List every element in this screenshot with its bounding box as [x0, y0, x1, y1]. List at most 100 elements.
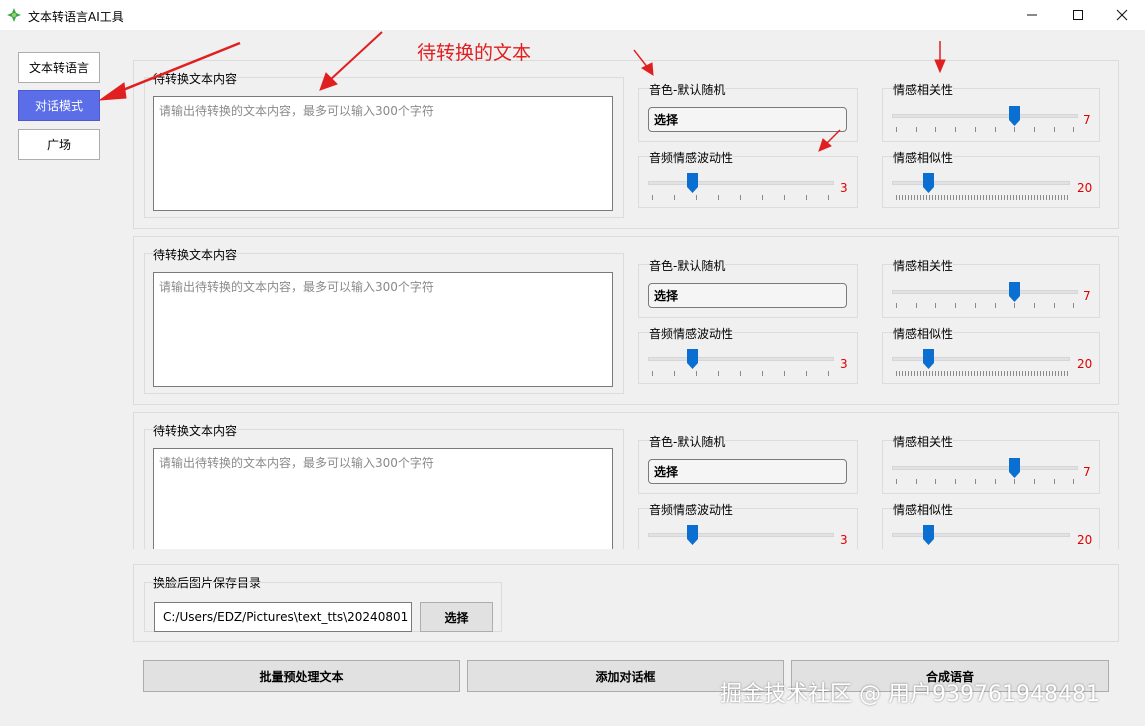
fluctuation-slider[interactable]: [648, 181, 834, 185]
fluctuation-ticks: [652, 371, 829, 377]
relevance-value: 7: [1083, 113, 1091, 127]
slider-tick: [718, 195, 719, 200]
slider-tick: [955, 479, 957, 484]
slider-tick: [965, 195, 966, 200]
similarity-slider[interactable]: [892, 181, 1070, 185]
slider-tick: [926, 195, 927, 200]
voice-label: 音色-默认随机: [649, 433, 726, 450]
slider-tick: [674, 195, 675, 200]
relevance-slider[interactable]: [892, 466, 1078, 470]
slider-tick: [828, 371, 829, 376]
slider-tick: [806, 195, 807, 200]
similarity-slider-thumb[interactable]: [923, 525, 934, 545]
fluctuation-slider[interactable]: [648, 533, 834, 537]
slider-tick: [917, 195, 918, 200]
slider-tick: [905, 371, 906, 376]
slider-tick: [915, 479, 917, 484]
voice-select-button[interactable]: 选择: [648, 459, 847, 484]
slider-tick: [1033, 127, 1035, 132]
slider-tick: [950, 371, 951, 376]
slider-tick: [1013, 371, 1014, 376]
relevance-slider-thumb[interactable]: [1009, 106, 1020, 126]
slider-tick: [968, 195, 969, 200]
slider-tick: [1007, 195, 1008, 200]
slider-tick: [784, 195, 785, 200]
similarity-value: 20: [1077, 181, 1093, 195]
close-button[interactable]: [1099, 0, 1145, 30]
slider-tick: [953, 195, 954, 200]
minimize-icon: [1027, 14, 1037, 16]
slider-tick: [1007, 371, 1008, 376]
fluctuation-value: 3: [840, 533, 848, 547]
fluctuation-slider[interactable]: [648, 357, 834, 361]
fluctuation-slider-thumb[interactable]: [687, 525, 698, 545]
slider-tick: [944, 195, 945, 200]
dialog-scroll-area[interactable]: 待转换文本内容 请输出待转换的文本内容，最多可以输入300个字符 音色-默认随机…: [133, 60, 1120, 549]
slider-tick: [902, 195, 903, 200]
slider-tick: [935, 195, 936, 200]
relevance-slider[interactable]: [892, 114, 1078, 118]
similarity-slider-thumb[interactable]: [923, 173, 934, 193]
slider-tick: [914, 195, 915, 200]
text-input[interactable]: 请输出待转换的文本内容，最多可以输入300个字符: [153, 272, 613, 387]
watermark: 掘金技术社区 @ 用户939761948481: [720, 682, 1100, 707]
slider-tick: [905, 195, 906, 200]
nav-text-to-speech[interactable]: 文本转语言: [18, 52, 100, 83]
slider-tick: [1010, 371, 1011, 376]
slider-tick: [1055, 371, 1056, 376]
slider-tick: [974, 303, 976, 308]
similarity-slider-thumb[interactable]: [923, 349, 934, 369]
similarity-slider[interactable]: [892, 357, 1070, 361]
slider-tick: [896, 303, 897, 308]
slider-tick: [1067, 195, 1068, 200]
slider-tick: [994, 127, 996, 132]
voice-select-button[interactable]: 选择: [648, 283, 847, 308]
slider-tick: [989, 371, 990, 376]
relevance-slider-thumb[interactable]: [1009, 282, 1020, 302]
relevance-slider[interactable]: [892, 290, 1078, 294]
slider-tick: [1073, 479, 1075, 484]
slider-tick: [917, 371, 918, 376]
slider-tick: [896, 479, 897, 484]
similarity-group: 情感相似性: [882, 501, 1100, 549]
slider-tick: [1004, 195, 1005, 200]
voice-select-button[interactable]: 选择: [648, 107, 847, 132]
batch-preprocess-button[interactable]: 批量预处理文本: [143, 660, 460, 692]
slider-tick: [1040, 195, 1041, 200]
text-input[interactable]: 请输出待转换的文本内容，最多可以输入300个字符: [153, 96, 613, 211]
fluctuation-ticks: [652, 195, 829, 201]
relevance-slider-thumb[interactable]: [1009, 458, 1020, 478]
minimize-button[interactable]: [1009, 0, 1055, 30]
slider-tick: [1019, 371, 1020, 376]
fluctuation-slider-thumb[interactable]: [687, 349, 698, 369]
slider-tick: [1025, 195, 1026, 200]
slider-tick: [956, 195, 957, 200]
close-icon: [1116, 9, 1128, 21]
slider-tick: [992, 371, 993, 376]
nav-dialog-mode[interactable]: 对话模式: [18, 90, 100, 121]
text-input[interactable]: 请输出待转换的文本内容，最多可以输入300个字符: [153, 448, 613, 549]
slider-tick: [998, 371, 999, 376]
nav-plaza[interactable]: 广场: [18, 129, 100, 160]
slider-tick: [995, 195, 996, 200]
slider-tick: [962, 371, 963, 376]
slider-tick: [914, 371, 915, 376]
slider-tick: [935, 479, 937, 484]
slider-tick: [1052, 371, 1053, 376]
slider-tick: [896, 127, 897, 132]
slider-tick: [762, 371, 763, 376]
save-dir-select-button[interactable]: 选择: [420, 602, 493, 632]
slider-tick: [983, 371, 984, 376]
slider-tick: [920, 371, 921, 376]
maximize-button[interactable]: [1055, 0, 1101, 30]
slider-tick: [1031, 195, 1032, 200]
slider-tick: [1043, 371, 1044, 376]
slider-tick: [1052, 195, 1053, 200]
slider-tick: [1013, 195, 1014, 200]
fluctuation-slider-thumb[interactable]: [687, 173, 698, 193]
similarity-ticks: [896, 195, 1068, 201]
save-dir-input[interactable]: C:/Users/EDZ/Pictures\text_tts\20240801: [154, 602, 412, 632]
similarity-slider[interactable]: [892, 533, 1070, 537]
slider-tick: [652, 195, 653, 200]
slider-tick: [1043, 195, 1044, 200]
